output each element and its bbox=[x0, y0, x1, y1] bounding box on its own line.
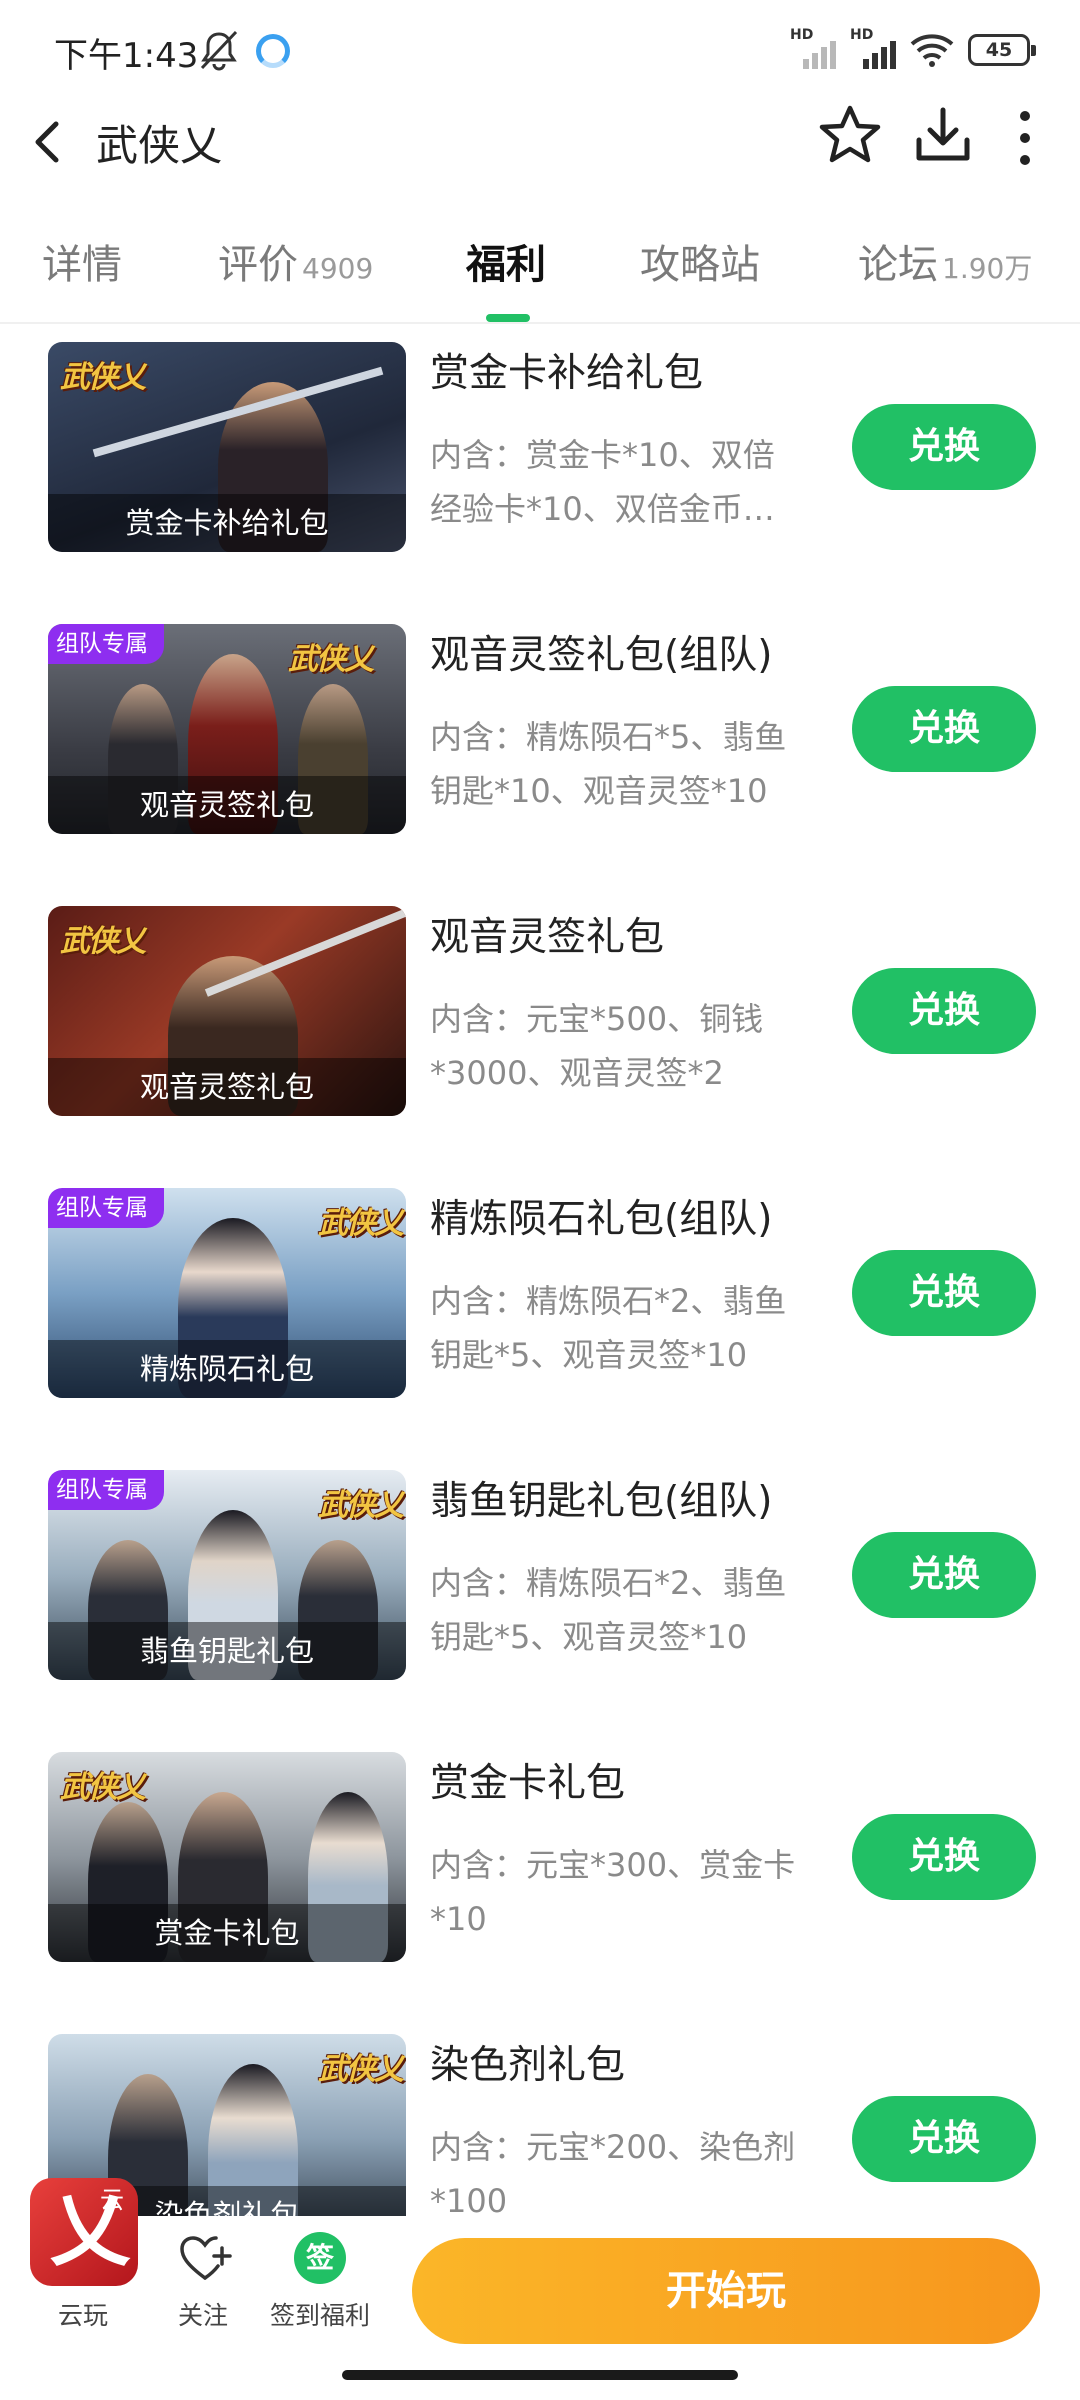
redeem-button[interactable]: 兑换 bbox=[852, 968, 1036, 1054]
app-notification-icon bbox=[256, 34, 290, 68]
redeem-button[interactable]: 兑换 bbox=[852, 404, 1036, 490]
gift-name: 赏金卡补给礼包 bbox=[430, 351, 704, 396]
gift-description: 内含：元宝*300、赏金卡 *10 bbox=[430, 1846, 796, 1938]
gift-item: 武侠乂 赏金卡礼包 赏金卡礼包 内含：元宝*300、赏金卡 *10 兑换 bbox=[0, 1752, 1080, 1962]
cloud-play-label[interactable]: 云玩 bbox=[58, 2296, 108, 2332]
sign-in-icon[interactable]: 签 bbox=[294, 2232, 346, 2284]
app-header: 武侠乂 bbox=[0, 96, 1080, 188]
game-logo: 武侠乂 bbox=[318, 2052, 404, 2087]
start-play-button[interactable]: 开始玩 bbox=[412, 2238, 1040, 2344]
tab-benefits[interactable]: 福利 bbox=[466, 232, 546, 290]
gift-name: 精炼陨石礼包(组队) bbox=[430, 1197, 773, 1242]
follow-label[interactable]: 关注 bbox=[178, 2296, 228, 2332]
gift-item: 武侠乂 赏金卡补给礼包 赏金卡补给礼包 内含：赏金卡*10、双倍 经验卡*10、… bbox=[0, 342, 1080, 552]
game-logo: 武侠乂 bbox=[60, 924, 146, 959]
tab-guide[interactable]: 攻略站 bbox=[640, 232, 760, 290]
wifi-icon bbox=[910, 34, 954, 67]
cloud-mini-label: 云 bbox=[100, 2186, 124, 2214]
status-indicators: HD HD 45 bbox=[790, 27, 1036, 70]
game-logo: 武侠乂 bbox=[60, 1770, 146, 1805]
gift-item: 武侠乂 观音灵签礼包 观音灵签礼包 内含：元宝*500、铜钱 *3000、观音灵… bbox=[0, 906, 1080, 1116]
thumbnail-caption: 观音灵签礼包 bbox=[48, 1058, 406, 1116]
gift-item: 武侠乂 组队专属 翡鱼钥匙礼包 翡鱼钥匙礼包(组队) 内含：精炼陨石*2、翡鱼 … bbox=[0, 1470, 1080, 1680]
tab-reviews[interactable]: 评价 4909 bbox=[218, 232, 373, 290]
gift-item: 武侠乂 组队专属 精炼陨石礼包 精炼陨石礼包(组队) 内含：精炼陨石*2、翡鱼 … bbox=[0, 1188, 1080, 1398]
gift-name: 翡鱼钥匙礼包(组队) bbox=[430, 1479, 773, 1524]
gift-description: 内含：元宝*200、染色剂 *100 bbox=[430, 2128, 796, 2216]
active-tab-indicator bbox=[486, 314, 530, 322]
gift-thumbnail[interactable]: 武侠乂 组队专属 观音灵签礼包 bbox=[48, 624, 406, 834]
tab-bar: 详情 评价 4909 福利 攻略站 论坛 1.90万 bbox=[0, 216, 1080, 324]
team-exclusive-badge: 组队专属 bbox=[48, 1470, 164, 1510]
redeem-button[interactable]: 兑换 bbox=[852, 1250, 1036, 1336]
game-logo: 武侠乂 bbox=[60, 360, 146, 395]
gift-thumbnail[interactable]: 武侠乂 组队专属 翡鱼钥匙礼包 bbox=[48, 1470, 406, 1680]
gift-name: 染色剂礼包 bbox=[430, 2043, 626, 2088]
gift-description: 内含：精炼陨石*2、翡鱼 钥匙*5、观音灵签*10 bbox=[430, 1282, 787, 1374]
back-arrow-icon[interactable] bbox=[26, 110, 70, 174]
sign-in-label[interactable]: 签到福利 bbox=[270, 2296, 370, 2332]
gift-thumbnail[interactable]: 武侠乂 赏金卡补给礼包 bbox=[48, 342, 406, 552]
thumbnail-caption: 精炼陨石礼包 bbox=[48, 1340, 406, 1398]
redeem-button[interactable]: 兑换 bbox=[852, 1532, 1036, 1618]
thumbnail-caption: 赏金卡礼包 bbox=[48, 1904, 406, 1962]
redeem-button[interactable]: 兑换 bbox=[852, 686, 1036, 772]
download-icon[interactable] bbox=[912, 104, 974, 166]
gift-name: 观音灵签礼包(组队) bbox=[430, 633, 773, 678]
page-title: 武侠乂 bbox=[96, 121, 223, 170]
game-logo: 武侠乂 bbox=[318, 1488, 404, 1523]
gift-list: 武侠乂 赏金卡补给礼包 赏金卡补给礼包 内含：赏金卡*10、双倍 经验卡*10、… bbox=[0, 326, 1080, 2216]
gift-description: 内含：精炼陨石*2、翡鱼 钥匙*5、观音灵签*10 bbox=[430, 1564, 787, 1656]
gift-thumbnail[interactable]: 武侠乂 观音灵签礼包 bbox=[48, 906, 406, 1116]
more-options-icon[interactable] bbox=[1010, 106, 1040, 170]
team-exclusive-badge: 组队专属 bbox=[48, 1188, 164, 1228]
battery-indicator: 45 bbox=[968, 34, 1036, 66]
gift-description: 内含：元宝*500、铜钱 *3000、观音灵签*2 bbox=[430, 1000, 764, 1092]
thumbnail-caption: 观音灵签礼包 bbox=[48, 776, 406, 834]
mute-icon bbox=[200, 30, 238, 71]
gift-description: 内含：精炼陨石*5、翡鱼 钥匙*10、观音灵签*10 bbox=[430, 718, 787, 810]
team-exclusive-badge: 组队专属 bbox=[48, 624, 164, 664]
gift-item: 武侠乂 染色剂礼包 染色剂礼包 内含：元宝*200、染色剂 *100 兑换 bbox=[0, 2034, 1080, 2216]
status-bar: 下午1:43 HD HD 45 bbox=[0, 0, 1080, 96]
gift-item: 武侠乂 组队专属 观音灵签礼包 观音灵签礼包(组队) 内含：精炼陨石*5、翡鱼 … bbox=[0, 624, 1080, 834]
gift-name: 赏金卡礼包 bbox=[430, 1761, 626, 1806]
game-logo: 武侠乂 bbox=[318, 1206, 404, 1241]
thumbnail-caption: 翡鱼钥匙礼包 bbox=[48, 1622, 406, 1680]
redeem-button[interactable]: 兑换 bbox=[852, 2096, 1036, 2182]
home-indicator[interactable] bbox=[342, 2370, 738, 2380]
gift-thumbnail[interactable]: 武侠乂 组队专属 精炼陨石礼包 bbox=[48, 1188, 406, 1398]
signal-icon: HD bbox=[850, 27, 896, 69]
tab-details[interactable]: 详情 bbox=[42, 232, 122, 290]
redeem-button[interactable]: 兑换 bbox=[852, 1814, 1036, 1900]
star-icon[interactable] bbox=[818, 102, 882, 166]
status-time: 下午1:43 bbox=[54, 36, 199, 76]
signal-icon: HD bbox=[790, 27, 836, 69]
review-count: 4909 bbox=[302, 252, 374, 285]
gift-name: 观音灵签礼包 bbox=[430, 915, 665, 960]
tab-forum[interactable]: 论坛 1.90万 bbox=[858, 232, 1032, 290]
cloud-play-icon[interactable]: 乂 云 bbox=[30, 2178, 138, 2286]
gift-thumbnail[interactable]: 武侠乂 赏金卡礼包 bbox=[48, 1752, 406, 1962]
thumbnail-caption: 赏金卡补给礼包 bbox=[48, 494, 406, 552]
game-logo: 武侠乂 bbox=[288, 642, 374, 677]
heart-plus-icon[interactable] bbox=[178, 2234, 232, 2284]
forum-count: 1.90万 bbox=[942, 252, 1033, 285]
gift-description: 内含：赏金卡*10、双倍 经验卡*10、双倍金币… bbox=[430, 436, 775, 528]
